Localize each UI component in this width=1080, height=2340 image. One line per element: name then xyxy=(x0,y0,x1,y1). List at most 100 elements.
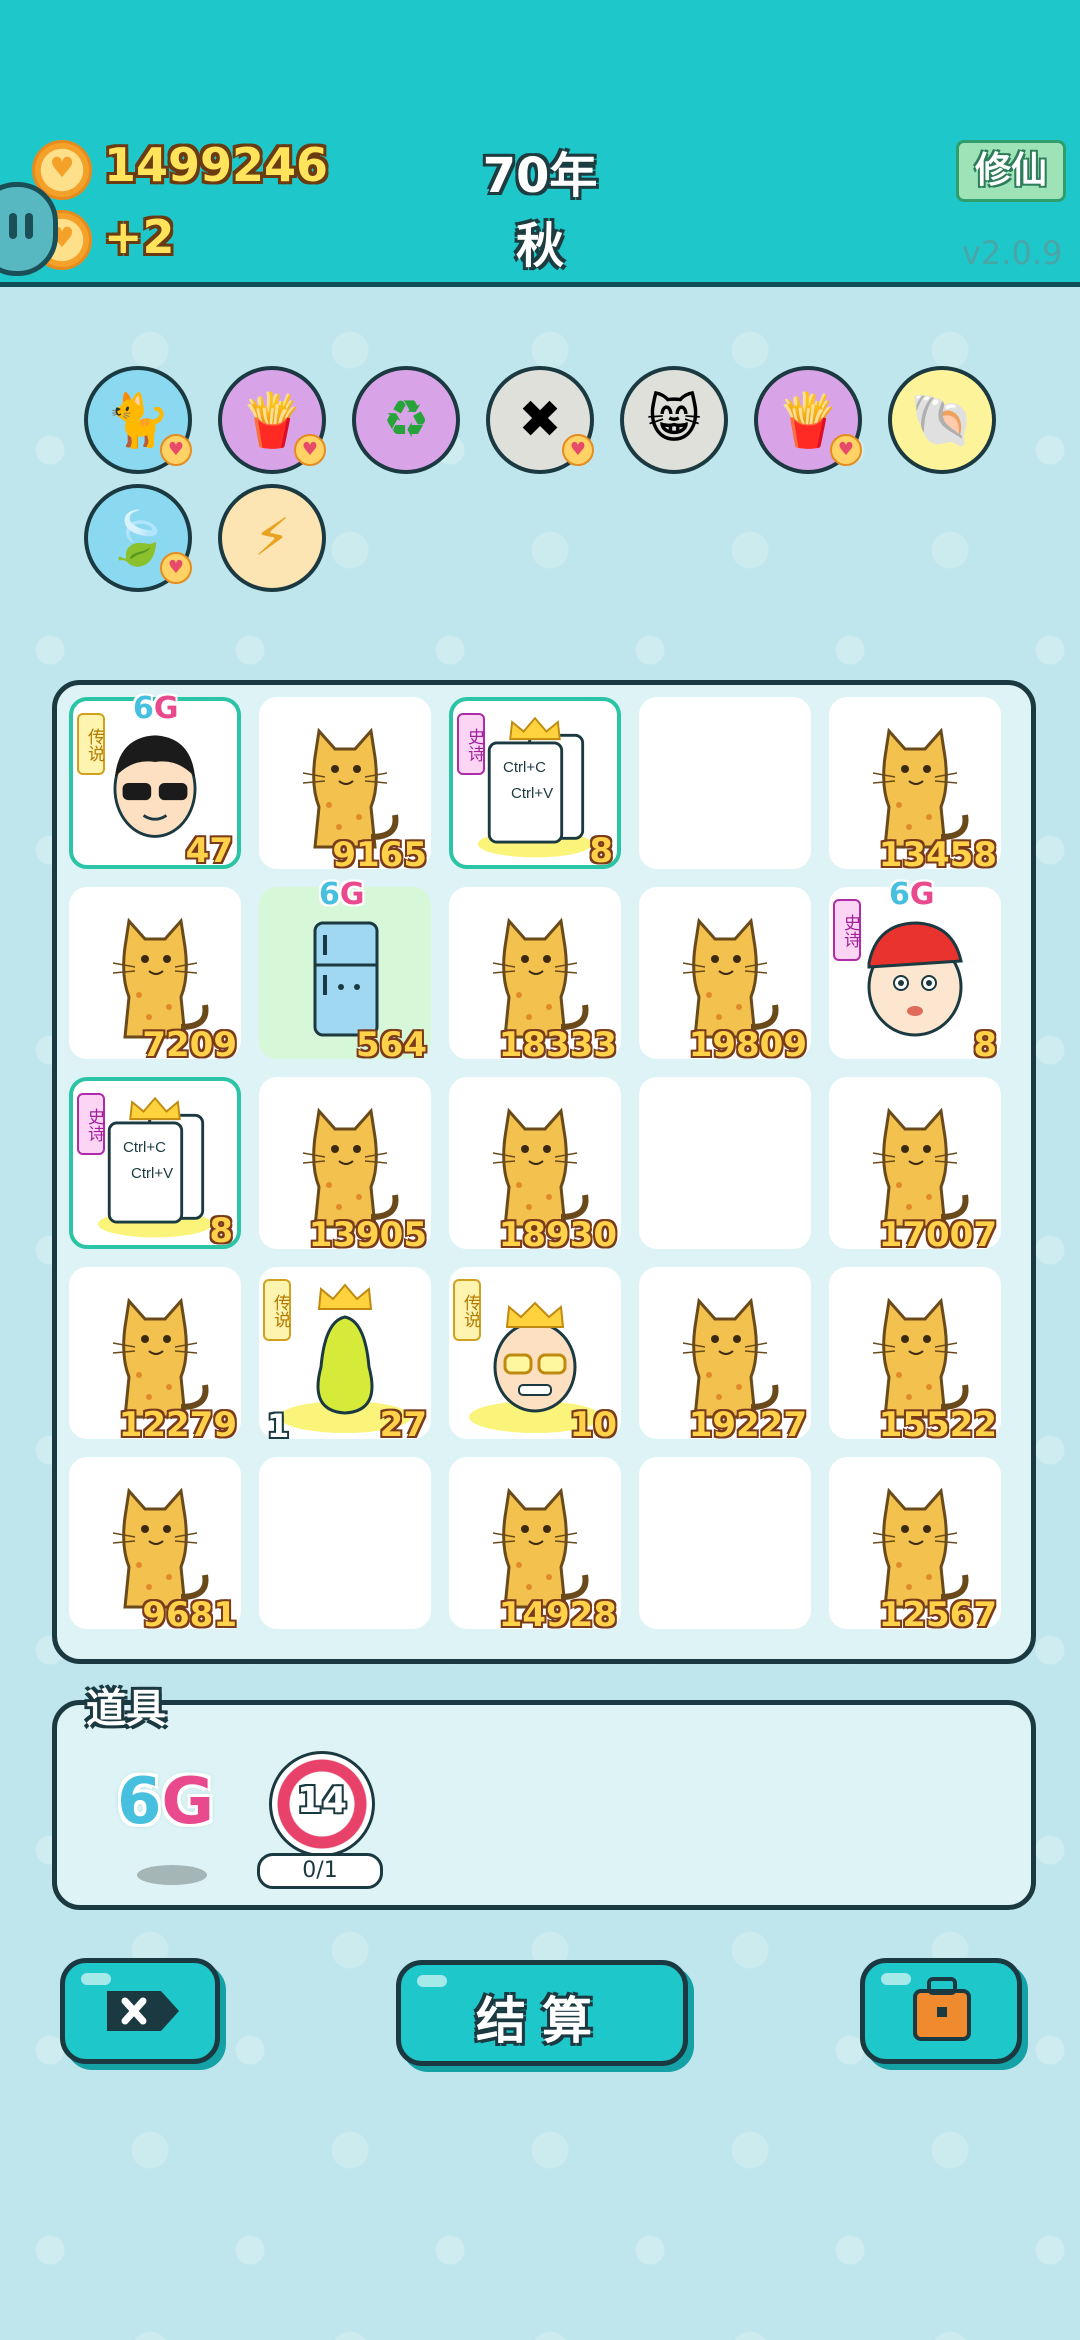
card-text: Ctrl+V xyxy=(511,785,554,802)
board-cell[interactable]: 17007 xyxy=(829,1077,1001,1255)
cell-value: 47 xyxy=(185,831,233,871)
board-cell[interactable]: Ctrl+C Ctrl+V 史诗 8 xyxy=(69,1077,241,1251)
board-cell[interactable]: 14928 xyxy=(449,1457,621,1635)
board-cell-empty[interactable] xyxy=(639,1457,811,1629)
item-level: 1 xyxy=(267,1407,290,1445)
rarity-tag: 史诗 xyxy=(833,899,861,961)
heart-badge-icon: ♥ xyxy=(160,552,192,584)
delete-tag-icon: ✖ xyxy=(518,390,562,450)
cell-value: 18333 xyxy=(498,1025,617,1065)
board-cell[interactable]: 18930 xyxy=(449,1077,621,1255)
tools-label: 道具 xyxy=(86,1686,166,1732)
buff-leaf-icon[interactable]: 🍃 ♥ xyxy=(84,484,192,592)
board-cell[interactable]: Ctrl+C Ctrl+V 史诗 8 xyxy=(449,697,621,871)
cell-value: 14928 xyxy=(498,1595,617,1635)
year-label: 70年 xyxy=(482,148,598,204)
rarity-tag: 传说 xyxy=(453,1279,481,1341)
cell-value: 19227 xyxy=(688,1405,807,1445)
g6-badge: 6G xyxy=(889,877,935,912)
game-board: 传说 6G 47 9165 Ctrl+C Ctrl+V 史诗 8 13458 7209 6… xyxy=(52,680,1036,1664)
cell-value: 13905 xyxy=(308,1215,427,1255)
board-cell-empty[interactable] xyxy=(639,697,811,869)
cell-value: 9681 xyxy=(142,1595,237,1635)
buff-fries-icon[interactable]: 🍟 ♥ xyxy=(218,366,326,474)
recycle-icon: ♻ xyxy=(382,390,430,450)
board-cell[interactable]: 传说 1 27 xyxy=(259,1267,431,1445)
board-cell[interactable]: 15522 xyxy=(829,1267,1001,1445)
cell-value: 7209 xyxy=(142,1025,237,1065)
cultivation-button[interactable]: 修仙 xyxy=(956,140,1066,202)
tools-panel: 6G 14 0/1 xyxy=(52,1700,1036,1910)
settle-button[interactable]: 结算 xyxy=(396,1960,688,2066)
board-cell[interactable]: 传说 10 xyxy=(449,1267,621,1445)
cell-value: 13458 xyxy=(878,835,997,875)
board-cell[interactable]: 12567 xyxy=(829,1457,1001,1635)
buff-lightning-icon[interactable]: ⚡ xyxy=(218,484,326,592)
board-cell[interactable]: 12279 xyxy=(69,1267,241,1445)
board-cell[interactable]: 18333 xyxy=(449,887,621,1065)
g6-badge: 6G xyxy=(133,691,179,726)
cell-value: 8 xyxy=(973,1025,997,1065)
target-value: 14 xyxy=(296,1780,348,1821)
card-text: Ctrl+C xyxy=(123,1139,166,1156)
heart-badge-icon: ♥ xyxy=(830,434,862,466)
board-cell[interactable]: 7209 xyxy=(69,887,241,1065)
cell-value: 8 xyxy=(209,1211,233,1251)
bag-button[interactable] xyxy=(860,1958,1022,2064)
lightning-icon: ⚡ xyxy=(253,508,291,568)
season-label: 秋 xyxy=(515,218,564,274)
board-cell[interactable]: 13458 xyxy=(829,697,1001,875)
buff-shell-icon[interactable]: 🐚 xyxy=(888,366,996,474)
cell-value: 17007 xyxy=(878,1215,997,1255)
buff-cat-silhouette-icon[interactable]: 🐈 ♥ xyxy=(84,366,192,474)
card-text: Ctrl+V xyxy=(131,1165,174,1182)
board-cell-empty[interactable] xyxy=(639,1077,811,1249)
delete-tag-icon xyxy=(107,1991,179,2031)
g6-tool[interactable]: 6G xyxy=(117,1765,214,1839)
version-label: v2.0.9 xyxy=(962,234,1063,272)
cell-value: 15522 xyxy=(878,1405,997,1445)
board-cell[interactable]: 19809 xyxy=(639,887,811,1065)
cell-value: 9165 xyxy=(332,835,427,875)
board-cell[interactable]: 传说 6G 47 xyxy=(69,691,241,871)
buff-cat-faces-icon[interactable]: 😸 xyxy=(620,366,728,474)
board-cell[interactable]: 19227 xyxy=(639,1267,811,1445)
buff-delete-tag-icon[interactable]: ✖ ♥ xyxy=(486,366,594,474)
coin-total: 1499246 xyxy=(104,138,329,192)
pause-icon xyxy=(9,213,17,239)
fries-icon: 🍟 xyxy=(239,390,305,451)
heart-badge-icon: ♥ xyxy=(562,434,594,466)
cat-silhouette-icon: 🐈 xyxy=(105,390,171,451)
buff-fries-icon[interactable]: 🍟 ♥ xyxy=(754,366,862,474)
board-cell[interactable]: 9165 xyxy=(259,697,431,875)
target-tool[interactable]: 14 xyxy=(269,1751,375,1857)
cell-value: 8 xyxy=(589,831,613,871)
board-cell[interactable]: 史诗 6G 8 xyxy=(829,877,1001,1065)
heart-badge-icon: ♥ xyxy=(160,434,192,466)
cell-value: 18930 xyxy=(498,1215,617,1255)
cell-value: 12567 xyxy=(878,1595,997,1635)
cell-value: 564 xyxy=(356,1025,427,1065)
top-bar: 1499246 +2 70年 秋 修仙 v2.0.9 xyxy=(0,0,1080,287)
rarity-tag: 史诗 xyxy=(457,713,485,775)
delete-button[interactable] xyxy=(60,1958,220,2064)
card-text: Ctrl+C xyxy=(503,759,546,776)
cell-value: 27 xyxy=(379,1405,427,1445)
coin-rate: +2 xyxy=(104,210,175,264)
cat-faces-icon: 😸 xyxy=(646,390,702,450)
board-cell[interactable]: 6G 564 xyxy=(259,877,431,1065)
cell-value: 19809 xyxy=(688,1025,807,1065)
rarity-tag: 传说 xyxy=(263,1279,291,1341)
buff-recycle-icon[interactable]: ♻ xyxy=(352,366,460,474)
rarity-tag: 史诗 xyxy=(77,1093,105,1155)
board-cell-empty[interactable] xyxy=(259,1457,431,1629)
heart-badge-icon: ♥ xyxy=(294,434,326,466)
briefcase-icon xyxy=(913,1977,971,2041)
board-cell[interactable]: 9681 xyxy=(69,1457,241,1635)
board-cell[interactable]: 13905 xyxy=(259,1077,431,1255)
g6-badge: 6G xyxy=(319,877,365,912)
cell-value: 10 xyxy=(569,1405,617,1445)
rarity-tag: 传说 xyxy=(77,713,105,775)
leaf-icon: 🍃 xyxy=(105,508,171,569)
cell-value: 12279 xyxy=(118,1405,237,1445)
